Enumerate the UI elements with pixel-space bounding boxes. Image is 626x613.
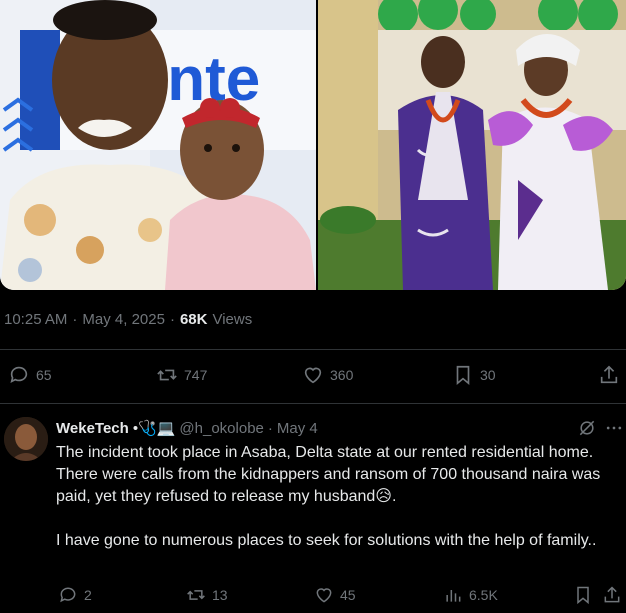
analytics-icon — [446, 590, 461, 602]
more-options-button[interactable] — [604, 418, 624, 443]
meta-separator: · — [169, 311, 175, 328]
reply-reply-button[interactable]: 2 — [58, 585, 92, 605]
bookmark-button[interactable]: 30 — [452, 364, 496, 386]
photo-couple-traditional-wedding[interactable] — [318, 0, 626, 290]
grok-icon[interactable] — [577, 418, 597, 443]
avatar[interactable] — [4, 417, 48, 461]
photo-man-with-child-illustration: inte — [0, 0, 316, 290]
reply-header: WekeTech •🩺💻 @h_okolobe · May 4 — [56, 419, 318, 438]
reply-like-count: 45 — [340, 587, 356, 603]
tweet-actions: 65 747 360 30 — [0, 362, 626, 392]
reply-views-count: 6.5K — [469, 587, 498, 603]
repost-button[interactable]: 747 — [156, 364, 207, 386]
heart-icon — [304, 367, 322, 384]
reply-count: 65 — [36, 367, 52, 383]
reply-date[interactable]: May 4 — [277, 420, 318, 437]
share-button[interactable] — [598, 364, 620, 386]
tweet-time[interactable]: 10:25 AM — [4, 311, 67, 328]
reply-dot: · — [267, 419, 273, 437]
tweet-media[interactable]: inte — [0, 0, 626, 290]
meta-separator: · — [72, 311, 78, 328]
reply-author-emoji: •🩺💻 — [132, 420, 176, 437]
avatar-image — [4, 417, 48, 461]
bookmark-icon — [577, 586, 589, 605]
reply-icon — [60, 587, 76, 603]
reply-text: The incident took place in Asaba, Delta … — [56, 444, 601, 549]
like-count: 360 — [330, 367, 354, 383]
like-button[interactable]: 360 — [302, 364, 353, 386]
more-icon — [606, 426, 622, 430]
reply-reply-count: 2 — [84, 587, 92, 603]
grok-icon-svg — [579, 420, 595, 436]
photo-couple-illustration — [318, 0, 626, 290]
reply-author-handle[interactable]: @h_okolobe — [179, 420, 263, 437]
repost-count: 747 — [184, 367, 208, 383]
repost-icon — [187, 590, 205, 600]
reply-like-button[interactable]: 45 — [314, 585, 356, 605]
divider — [0, 349, 626, 350]
reply-tweet[interactable]: WekeTech •🩺💻 @h_okolobe · May 4 The inci… — [0, 405, 626, 613]
reply-repost-count: 13 — [212, 587, 228, 603]
reply-bookmark-button[interactable] — [573, 585, 593, 605]
share-icon — [600, 365, 618, 384]
reply-icon — [10, 366, 28, 383]
reply-author-name[interactable]: WekeTech — [56, 420, 129, 437]
share-icon — [604, 586, 620, 603]
repost-icon — [157, 369, 177, 381]
tweet-meta: 10:25 AM · May 4, 2025 · 68K Views — [4, 311, 252, 328]
reply-share-button[interactable] — [602, 585, 622, 605]
reply-actions: 2 13 45 6.5K — [0, 583, 626, 609]
heart-icon — [316, 588, 332, 603]
reply-repost-button[interactable]: 13 — [186, 585, 228, 605]
bookmark-icon — [456, 365, 470, 386]
photo-man-with-child[interactable]: inte — [0, 0, 316, 290]
tweet-date[interactable]: May 4, 2025 — [82, 311, 165, 328]
views-count: 68K — [179, 311, 208, 328]
divider — [0, 403, 626, 404]
reply-button[interactable]: 65 — [8, 364, 52, 386]
bookmark-count: 30 — [480, 367, 496, 383]
reply-views-button[interactable]: 6.5K — [443, 585, 498, 605]
views-label: Views — [212, 311, 253, 328]
